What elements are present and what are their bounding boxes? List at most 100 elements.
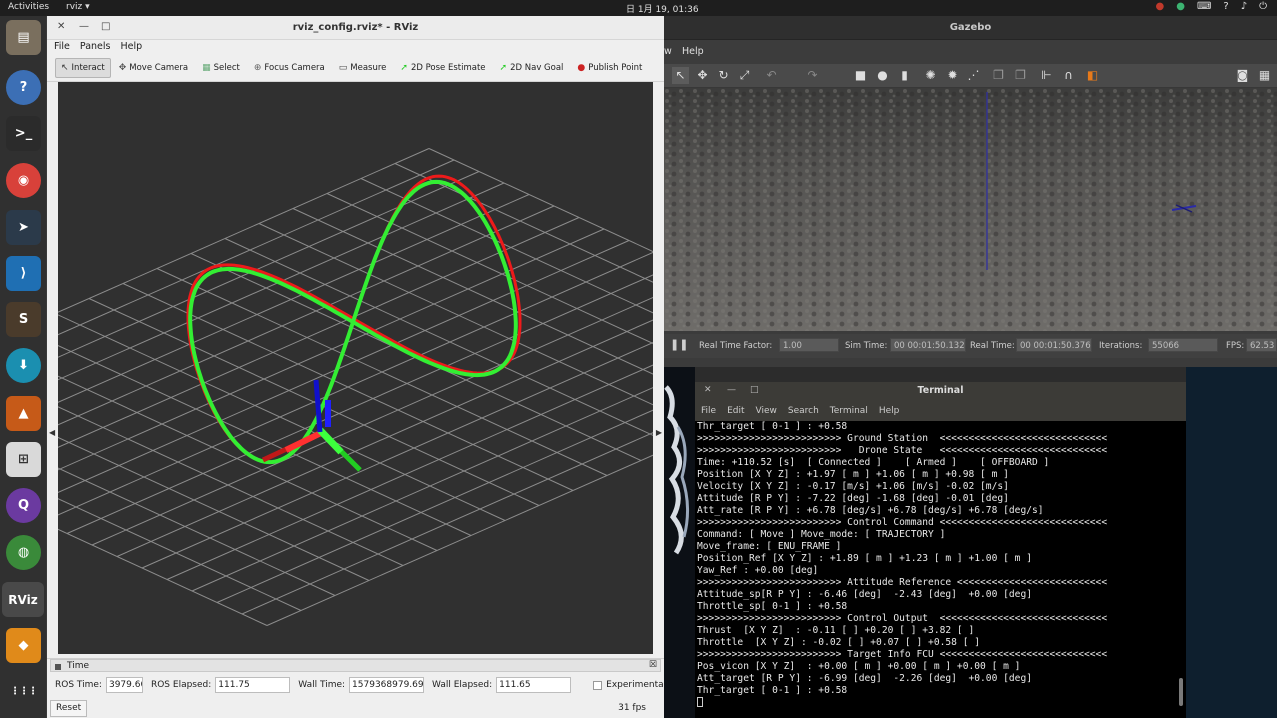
pose-estimate-icon: ➚ <box>400 62 408 73</box>
expand-left-icon[interactable]: ◀ <box>49 428 55 437</box>
clock[interactable]: 日 1月 19, 01:36 <box>626 2 699 15</box>
activities-button[interactable]: Activities <box>8 2 49 12</box>
right-dock-collapsed[interactable]: ▶ <box>653 82 664 654</box>
cylinder-shape-icon[interactable]: ▮ <box>896 67 913 84</box>
select-mode-icon[interactable]: ↖ <box>672 67 689 84</box>
stack-icon[interactable]: ◆ <box>6 628 41 663</box>
chrome-icon[interactable]: ● <box>1155 1 1164 12</box>
tool-2d-nav-goal[interactable]: ➚ 2D Nav Goal <box>494 58 570 78</box>
volume-icon[interactable]: ♪ <box>1241 1 1247 12</box>
menu-window[interactable]: w <box>664 46 672 57</box>
tool-move-camera[interactable]: ✥ Move Camera <box>113 58 194 78</box>
point-light-icon[interactable]: ✺ <box>922 67 939 84</box>
terminal-line: Velocity [X Y Z] : -0.17 [m/s] +1.06 [m/… <box>697 481 1009 492</box>
focus-camera-icon: ⊕ <box>253 62 262 73</box>
qgroundcontrol-icon[interactable]: Q <box>6 488 41 523</box>
expand-right-icon[interactable]: ▶ <box>656 428 662 437</box>
redo-icon[interactable]: ↷ <box>804 67 821 84</box>
status-icon[interactable]: ● <box>1176 1 1185 12</box>
gazebo-3d-scene[interactable] <box>664 88 1277 331</box>
rviz-titlebar[interactable]: ✕ — □ rviz_config.rviz* - RViz <box>47 16 664 40</box>
directional-light-icon[interactable]: ⋰ <box>965 67 982 84</box>
ros-time-field[interactable]: 3979.66 <box>105 677 143 693</box>
time-panel-header[interactable]: Time ☒ <box>50 659 661 672</box>
gazebo-statusbar: ❚❚ Real Time Factor: 1.00 Sim Time: 00 0… <box>664 334 1277 358</box>
menu-terminal[interactable]: Terminal <box>830 406 868 416</box>
snap-icon[interactable]: ∩ <box>1060 67 1077 84</box>
pause-icon[interactable]: ❚❚ <box>670 338 688 351</box>
scale-mode-icon[interactable]: ⤢ <box>736 67 753 84</box>
sublime-icon[interactable]: S <box>6 302 41 337</box>
menu-file[interactable]: File <box>54 40 70 54</box>
terminal-titlebar[interactable]: ✕ — □ Terminal <box>695 382 1186 401</box>
scene-render <box>58 148 653 626</box>
left-dock-collapsed[interactable]: ◀ <box>47 82 58 654</box>
matlab-icon[interactable]: ▲ <box>6 396 41 431</box>
view-angle-icon[interactable]: ◧ <box>1084 67 1101 84</box>
calculator-icon[interactable]: ⊞ <box>6 442 41 477</box>
terminal-icon[interactable]: >_ <box>6 116 41 151</box>
log-icon[interactable]: ▦ <box>1256 67 1273 84</box>
keyboard-icon[interactable]: ⌨ <box>1197 1 1211 12</box>
screenshot-icon[interactable]: ◙ <box>1234 67 1251 84</box>
tool-select[interactable]: ▦ Select <box>196 58 246 78</box>
wall-time-field[interactable]: 1579368979.69 <box>349 677 425 693</box>
tool-interact[interactable]: ↖ Interact <box>55 57 111 78</box>
menu-file[interactable]: File <box>701 406 716 416</box>
publish-point-icon: ● <box>577 62 586 73</box>
wall-elapsed-field[interactable]: 111.65 <box>496 677 572 693</box>
menu-panels[interactable]: Panels <box>80 40 111 54</box>
3d-viewport[interactable] <box>58 82 653 654</box>
terminal-line: >>>>>>>>>>>>>>>>>>>>>>>>> Drone State <<… <box>697 445 1108 456</box>
tool-2d-pose-estimate[interactable]: ➚ 2D Pose Estimate <box>394 58 491 78</box>
terminal-output[interactable]: Thr_target [ 0-1 ] : +0.58 >>>>>>>>>>>>>>… <box>695 421 1186 718</box>
close-panel-icon[interactable]: ☒ <box>649 660 657 670</box>
menu-help[interactable]: Help <box>879 406 900 416</box>
chrome-icon[interactable]: ◉ <box>6 163 41 198</box>
tool-label: Interact <box>71 62 105 73</box>
telegram-icon[interactable]: ➤ <box>6 210 41 245</box>
tool-publish-point[interactable]: ● Publish Point <box>571 58 648 78</box>
terminal-scrollbar[interactable] <box>1179 678 1183 706</box>
tool-measure[interactable]: ▭ Measure <box>333 58 393 78</box>
system-tray[interactable]: ● ● ⌨? ♪ ⏻ <box>1155 1 1267 12</box>
copy-icon[interactable]: ❐ <box>990 67 1007 84</box>
spot-light-icon[interactable]: ✹ <box>944 67 961 84</box>
box-shape-icon[interactable]: ■ <box>852 67 869 84</box>
files-icon[interactable]: ▤ <box>6 20 41 55</box>
align-icon[interactable]: ⊩ <box>1038 67 1055 84</box>
gazebo-render <box>664 88 1277 331</box>
move-camera-icon: ✥ <box>118 62 127 73</box>
network-icon[interactable]: ? <box>1223 1 1228 12</box>
menu-view[interactable]: View <box>756 406 777 416</box>
apps-grid-icon[interactable]: ⋮⋮⋮ <box>6 674 41 709</box>
help-icon[interactable]: ? <box>6 70 41 105</box>
menu-search[interactable]: Search <box>788 406 819 416</box>
app-icon[interactable]: ⬇ <box>6 348 41 383</box>
gazebo-icon[interactable]: ◍ <box>6 535 41 570</box>
desktop-wallpaper-right <box>1186 367 1277 718</box>
tool-focus-camera[interactable]: ⊕ Focus Camera <box>248 58 331 78</box>
menu-help[interactable]: Help <box>120 40 142 54</box>
menu-help[interactable]: Help <box>682 46 704 57</box>
undo-icon[interactable]: ↶ <box>763 67 780 84</box>
rviz-icon[interactable]: RViz <box>2 582 44 617</box>
gazebo-titlebar[interactable]: Gazebo <box>664 16 1277 40</box>
ros-elapsed-field[interactable]: 111.75 <box>215 677 291 693</box>
wall-time-label: Wall Time: <box>298 680 346 690</box>
translate-mode-icon[interactable]: ✥ <box>694 67 711 84</box>
gazebo-menubar: w Help <box>664 40 1277 64</box>
rotate-mode-icon[interactable]: ↻ <box>715 67 732 84</box>
terminal-line: Att_target [R P Y] : -6.99 [deg] -2.26 [… <box>697 673 1033 684</box>
experimental-checkbox[interactable] <box>593 680 603 690</box>
app-menu[interactable]: rviz ▾ <box>66 2 90 12</box>
vscode-icon[interactable]: ⟩ <box>6 256 41 291</box>
menu-edit[interactable]: Edit <box>727 406 744 416</box>
time-panel: Time ☒ ROS Time: 3979.66 ROS Elapsed: 11… <box>47 658 666 718</box>
reset-button[interactable]: Reset <box>50 700 88 717</box>
power-icon[interactable]: ⏻ <box>1259 1 1267 12</box>
sphere-shape-icon[interactable]: ● <box>874 67 891 84</box>
window-title: rviz_config.rviz* - RViz <box>292 22 419 33</box>
paste-icon[interactable]: ❐ <box>1012 67 1029 84</box>
terminal-line: Attitude [R P Y] : -7.22 [deg] -1.68 [de… <box>697 493 1009 504</box>
